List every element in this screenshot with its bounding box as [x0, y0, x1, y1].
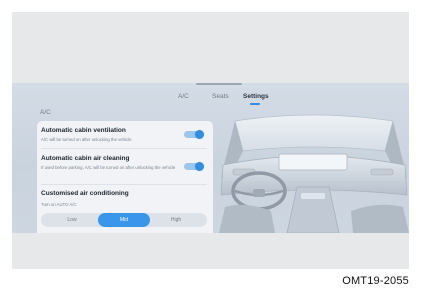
active-tab-indicator	[250, 103, 260, 105]
setting-description: If used before parking, A/C will be turn…	[41, 165, 176, 170]
figure-caption: OMT19-2055	[342, 275, 409, 287]
car-interior-illustration	[219, 114, 409, 233]
setting-title: Automatic cabin air cleaning	[41, 155, 130, 162]
tab-settings[interactable]: Settings	[243, 93, 269, 100]
setting-description: A/C will be turned on after unlocking th…	[41, 137, 132, 142]
infotainment-screen: A/C Seats Settings A/C Automatic cabin v…	[12, 83, 409, 233]
setting-cabin-ventilation: Automatic cabin ventilation A/C will be …	[37, 121, 213, 147]
setting-title: Customised air conditioning	[41, 190, 129, 197]
level-mid-option[interactable]: Mid	[98, 213, 150, 227]
level-high-option[interactable]: High	[150, 213, 202, 227]
settings-panel: Automatic cabin ventilation A/C will be …	[37, 121, 213, 233]
section-title: A/C	[40, 109, 51, 116]
setting-title: Automatic cabin ventilation	[41, 127, 126, 134]
setting-cabin-air-cleaning: Automatic cabin air cleaning If used bef…	[37, 149, 213, 183]
tab-seats[interactable]: Seats	[212, 93, 229, 100]
tab-ac[interactable]: A/C	[178, 93, 189, 100]
toggle-knob	[195, 130, 204, 139]
drag-handle[interactable]	[196, 83, 242, 85]
level-low-option[interactable]: Low	[46, 213, 98, 227]
ac-level-selector: Low Mid High	[41, 213, 207, 227]
air-cleaning-toggle[interactable]	[184, 162, 204, 171]
ventilation-toggle[interactable]	[184, 130, 204, 139]
toggle-knob	[195, 162, 204, 171]
setting-description: Turn on AUTO A/C	[41, 202, 77, 207]
setting-customised-ac: Customised air conditioning Turn on AUTO…	[37, 185, 213, 213]
